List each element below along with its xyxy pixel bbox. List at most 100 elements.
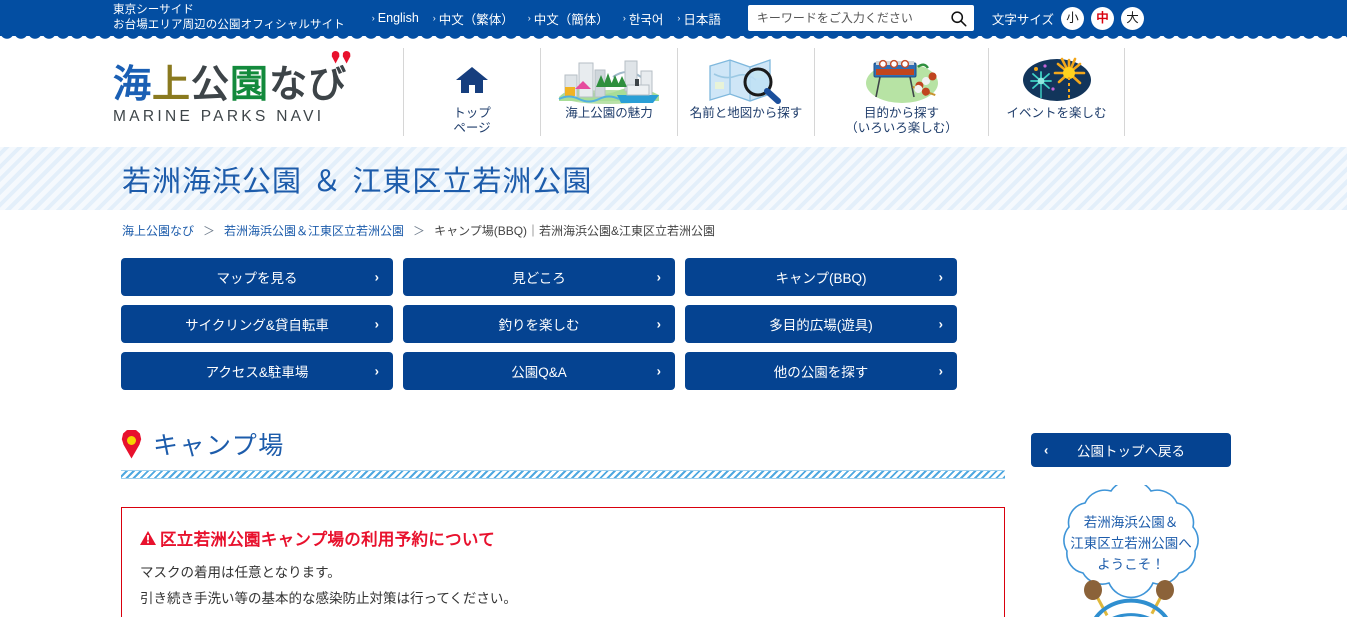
- main-content: キャンプ場 区立若洲公園キャンプ場の利用予約について マスクの着用は任意となりま…: [0, 390, 1347, 617]
- chevron-right-icon: ›: [938, 363, 943, 379]
- map-search-icon: [706, 56, 786, 104]
- localnav-button-highlights[interactable]: 見どころ ›: [403, 258, 675, 296]
- localnav-button-access-parking[interactable]: アクセス&駐車場 ›: [121, 352, 393, 390]
- notice-line-1: マスクの着用は任意となります。: [140, 565, 341, 580]
- localnav-label: キャンプ(BBQ): [775, 271, 867, 286]
- search-button[interactable]: [948, 7, 970, 29]
- cityscape-icon: [557, 56, 661, 104]
- site-tagline-line1: 東京シーサイド: [113, 4, 194, 16]
- chevron-right-icon: ›: [656, 363, 661, 379]
- localnav-button-map[interactable]: マップを見る ›: [121, 258, 393, 296]
- welcome-mascot: 若洲海浜公園＆ 江東区立若洲公園へ ようこそ！ TPT: [1031, 485, 1231, 617]
- gnav-label: 名前と地図から探す: [689, 105, 803, 120]
- chevron-right-icon: ›: [938, 316, 943, 332]
- notice-box: 区立若洲公園キャンプ場の利用予約について マスクの着用は任意となります。 引き続…: [121, 507, 1005, 617]
- breadcrumb-item-park[interactable]: 若洲海浜公園＆江東区立若洲公園: [224, 222, 404, 239]
- site-logo[interactable]: 海上公園なび MARINE PARKS NAVI: [113, 50, 403, 126]
- gnav-label: イベントを楽しむ: [1006, 105, 1107, 120]
- localnav-button-cycling[interactable]: サイクリング&貸自転車 ›: [121, 305, 393, 343]
- section-divider: [121, 470, 1005, 479]
- localnav-label: 釣りを楽しむ: [498, 318, 580, 333]
- search-input[interactable]: [747, 5, 974, 31]
- page-title-banner: 若洲海浜公園 ＆ 江東区立若洲公園: [0, 147, 1347, 210]
- mascot-icon: TPT: [1084, 580, 1174, 617]
- lang-link-chinese-traditional[interactable]: › 中文（繁体）: [433, 9, 514, 28]
- top-utility-bar: 東京シーサイド お台場エリア周辺の公園オフィシャルサイト › English ›…: [0, 0, 1347, 43]
- localnav-button-fishing[interactable]: 釣りを楽しむ ›: [403, 305, 675, 343]
- lang-label: 한국어: [628, 12, 664, 27]
- logo-char-nabi: なび: [269, 61, 348, 106]
- logo-char-umi: 海: [113, 61, 153, 106]
- gnav-label: 海上公園の魅力: [565, 105, 653, 120]
- lang-label: 中文（繁体）: [438, 12, 514, 27]
- breadcrumb-separator: ＞: [413, 224, 426, 238]
- font-size-label: 文字サイズ: [991, 12, 1054, 27]
- back-button-label: 公園トップへ戻る: [1077, 444, 1185, 459]
- warning-triangle-icon: [140, 530, 156, 545]
- notice-title-text: 区立若洲公園キャンプ場の利用予約について: [160, 531, 496, 549]
- notice-line-2: 引き続き手洗い等の基本的な感染防止対策は行ってください。: [140, 591, 517, 606]
- localnav-button-other-parks[interactable]: 他の公園を探す ›: [685, 352, 957, 390]
- localnav-label: マップを見る: [216, 271, 298, 286]
- localnav-button-playground[interactable]: 多目的広場(遊具) ›: [685, 305, 957, 343]
- gnav-item-search-by-map[interactable]: 名前と地図から探す: [677, 47, 814, 136]
- local-navigation: マップを見る › 見どころ › キャンプ(BBQ) › サイクリング&貸自転車 …: [0, 239, 1122, 390]
- chevron-right-icon: ›: [374, 316, 379, 332]
- back-to-park-top-button[interactable]: ‹ 公園トップへ戻る: [1031, 433, 1231, 467]
- logo-char-kou: 公: [191, 61, 231, 106]
- welcome-text: 若洲海浜公園＆ 江東区立若洲公園へ ようこそ！: [1070, 515, 1192, 573]
- map-pin-icon: [342, 50, 351, 64]
- chevron-right-icon: ›: [656, 269, 661, 285]
- localnav-label: 公園Q&A: [511, 365, 567, 380]
- font-size-control: 文字サイズ 小 中 大: [991, 6, 1144, 30]
- lang-link-chinese-simplified[interactable]: › 中文（簡体）: [528, 9, 609, 28]
- page-title: 若洲海浜公園 ＆ 江東区立若洲公園: [122, 163, 593, 198]
- lang-label: English: [377, 11, 419, 25]
- site-tagline-line2: お台場エリア周辺の公園オフィシャルサイト: [113, 19, 345, 31]
- chevron-right-icon: ›: [374, 269, 379, 285]
- notice-title: 区立若洲公園キャンプ場の利用予約について: [140, 526, 984, 550]
- gnav-label: トップ ページ: [453, 105, 491, 135]
- fireworks-icon: [1012, 56, 1102, 104]
- chevron-right-icon: ›: [432, 13, 436, 23]
- font-size-medium-button[interactable]: 中: [1090, 6, 1114, 30]
- chevron-right-icon: ›: [527, 13, 531, 23]
- lang-link-japanese[interactable]: › 日本語: [677, 9, 721, 28]
- gnav-label: 目的から探す （いろいろ楽しむ）: [845, 105, 958, 135]
- map-pin-icon: [331, 50, 340, 64]
- gnav-item-park-charm[interactable]: 海上公園の魅力: [540, 47, 677, 136]
- localnav-label: 見どころ: [512, 271, 566, 286]
- content-column: キャンプ場 区立若洲公園キャンプ場の利用予約について マスクの着用は任意となりま…: [121, 426, 1005, 617]
- breadcrumb-item-home[interactable]: 海上公園なび: [122, 222, 194, 239]
- site-header: 海上公園なび MARINE PARKS NAVI トップ ページ 海上公園の魅力…: [0, 36, 1347, 147]
- chevron-right-icon: ›: [677, 13, 681, 23]
- bbq-grill-icon: [856, 56, 948, 104]
- lang-link-english[interactable]: › English: [372, 11, 419, 25]
- chevron-right-icon: ›: [938, 269, 943, 285]
- logo-map-pins: [331, 50, 351, 64]
- chevron-left-icon: ‹: [1044, 442, 1049, 458]
- font-size-large-button[interactable]: 大: [1120, 6, 1144, 30]
- lang-link-korean[interactable]: › 한국어: [623, 9, 664, 28]
- gnav-item-search-by-purpose[interactable]: 目的から探す （いろいろ楽しむ）: [814, 47, 988, 136]
- logo-char-jou: 上: [152, 61, 192, 106]
- section-title: キャンプ場: [153, 431, 285, 460]
- breadcrumb-item-current: キャンプ場(BBQ)｜若洲海浜公園&江東区立若洲公園: [434, 224, 716, 238]
- localnav-label: サイクリング&貸自転車: [185, 318, 329, 333]
- lang-label: 日本語: [683, 12, 721, 27]
- breadcrumb-separator: ＞: [203, 224, 216, 238]
- site-tagline: 東京シーサイド お台場エリア周辺の公園オフィシャルサイト: [113, 3, 345, 33]
- logo-wordmark: 海上公園なび: [113, 50, 351, 106]
- breadcrumb: 海上公園なび ＞ 若洲海浜公園＆江東区立若洲公園 ＞ キャンプ場(BBQ)｜若洲…: [0, 210, 1347, 239]
- gnav-item-top-page[interactable]: トップ ページ: [403, 47, 540, 136]
- map-pin-icon: [121, 429, 142, 459]
- localnav-button-qa[interactable]: 公園Q&A ›: [403, 352, 675, 390]
- scallop-edge-decoration: [0, 34, 1347, 43]
- localnav-label: 多目的広場(遊具): [769, 318, 873, 333]
- font-size-small-button[interactable]: 小: [1060, 6, 1084, 30]
- chevron-right-icon: ›: [622, 13, 626, 23]
- localnav-button-camp[interactable]: キャンプ(BBQ) ›: [685, 258, 957, 296]
- localnav-label: アクセス&駐車場: [205, 365, 309, 380]
- gnav-item-events[interactable]: イベントを楽しむ: [988, 47, 1125, 136]
- home-icon: [455, 56, 489, 104]
